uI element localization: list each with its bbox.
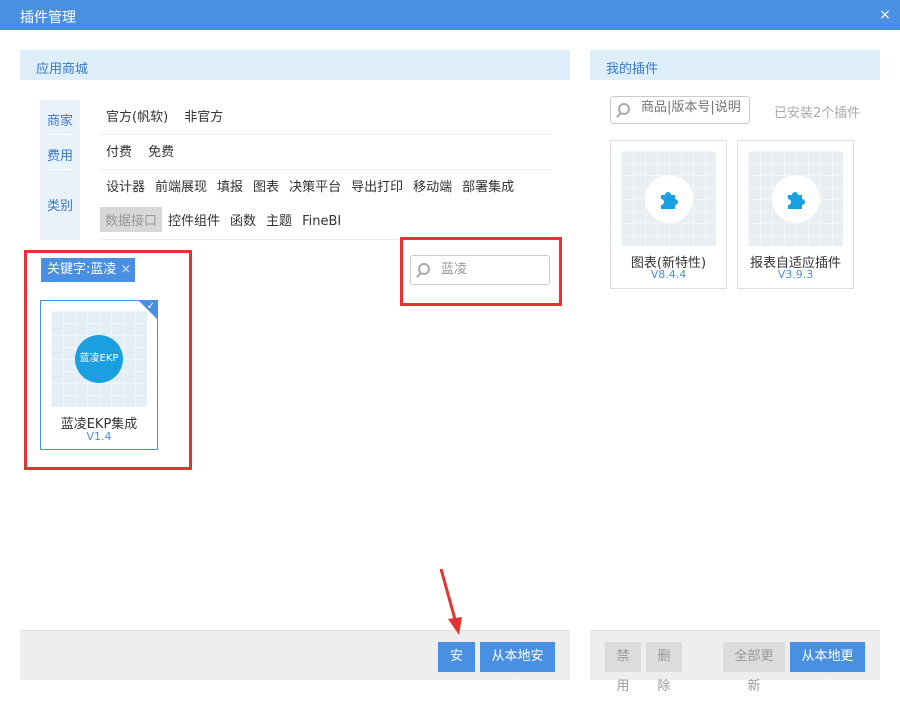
- search-icon: [618, 103, 630, 115]
- installed-count: 已安装2个插件: [774, 106, 861, 121]
- filter-option-category[interactable]: 控件组件: [168, 210, 220, 229]
- filter-option-category-selected[interactable]: 数据接口: [100, 207, 163, 232]
- filter-option-category[interactable]: 设计器: [106, 176, 145, 195]
- arrow-icon: [439, 568, 462, 635]
- filter-option-vendor-unofficial[interactable]: 非官方: [184, 106, 223, 125]
- filter-option-category[interactable]: 主题: [266, 210, 292, 229]
- plugin-thumbnail: [748, 151, 843, 246]
- filter-row-fee: 付费 免费: [100, 141, 550, 170]
- install-button[interactable]: 安装: [438, 642, 475, 694]
- install-from-local-button[interactable]: 从本地安装: [480, 642, 555, 694]
- filter-option-fee-paid[interactable]: 付费: [106, 141, 132, 160]
- store-panel-footer: 安装 从本地安装: [20, 630, 570, 694]
- filter-option-category[interactable]: 图表: [253, 176, 279, 195]
- filter-option-category[interactable]: 函数: [230, 210, 256, 229]
- plugin-version: V8.4.4: [650, 268, 687, 281]
- window-title: 插件管理: [20, 10, 76, 26]
- filter-option-vendor-official[interactable]: 官方(帆软): [106, 106, 168, 125]
- puzzle-icon: [661, 192, 678, 209]
- filter-row-vendor: 官方(帆软) 非官方: [100, 106, 550, 135]
- filter-option-category[interactable]: 决策平台: [289, 176, 341, 195]
- filter-option-category[interactable]: 填报: [217, 176, 243, 195]
- my-plugins-search-input[interactable]: [641, 100, 745, 115]
- plugin-logo: [772, 175, 820, 223]
- my-plugins-search-box[interactable]: [610, 96, 750, 124]
- filter-label-vendor: 商家: [46, 114, 73, 129]
- close-icon[interactable]: ×: [870, 0, 900, 30]
- filter-option-category[interactable]: 前端展现: [155, 176, 207, 195]
- installed-plugin-card[interactable]: 图表(新特性) V8.4.4: [610, 140, 727, 289]
- store-panel-header: 应用商城: [20, 50, 570, 80]
- filter-option-fee-free[interactable]: 免费: [148, 141, 174, 160]
- filter-row-category-1: 设计器 前端展现 填报 图表 决策平台 导出打印 移动端 部署集成 数据接口 控件组件 函数 主题 F…: [100, 176, 550, 240]
- my-plugins-panel-body: 已安装2个插件 图表(新特性) V8.4.4: [590, 80, 880, 630]
- my-plugins-panel-footer: 禁用 删除 全部更新 从本地更新: [590, 630, 880, 694]
- highlight-box-result: [24, 250, 192, 470]
- plugin-version: V3.9.3: [777, 268, 814, 281]
- plugin-logo: [645, 175, 693, 223]
- filter-option-category[interactable]: FineBI: [302, 214, 341, 229]
- my-plugins-panel-header: 我的插件: [590, 50, 880, 80]
- highlight-box-search: [400, 237, 562, 306]
- update-from-local-button[interactable]: 从本地更新: [790, 642, 865, 694]
- title-bar: 插件管理 ×: [0, 0, 900, 30]
- update-all-button[interactable]: 全部更新: [723, 642, 785, 694]
- filter-labels: 商家 费用 类别: [40, 100, 80, 240]
- plugin-thumbnail: [621, 151, 716, 246]
- filter-option-category[interactable]: 移动端: [413, 176, 452, 195]
- my-plugins-panel: 我的插件 已安装2个插件 图表(新特性) V8.4.4: [590, 50, 880, 694]
- installed-plugin-card[interactable]: 报表自适应插件 V3.9.3: [737, 140, 854, 289]
- puzzle-icon: [788, 192, 805, 209]
- filter-label-fee: 费用: [46, 149, 73, 164]
- filter-label-category: 类别: [46, 199, 73, 214]
- disable-button[interactable]: 禁用: [605, 642, 641, 694]
- delete-button[interactable]: 删除: [646, 642, 682, 694]
- filter-option-category[interactable]: 导出打印: [351, 176, 403, 195]
- filter-option-category[interactable]: 部署集成: [462, 176, 514, 195]
